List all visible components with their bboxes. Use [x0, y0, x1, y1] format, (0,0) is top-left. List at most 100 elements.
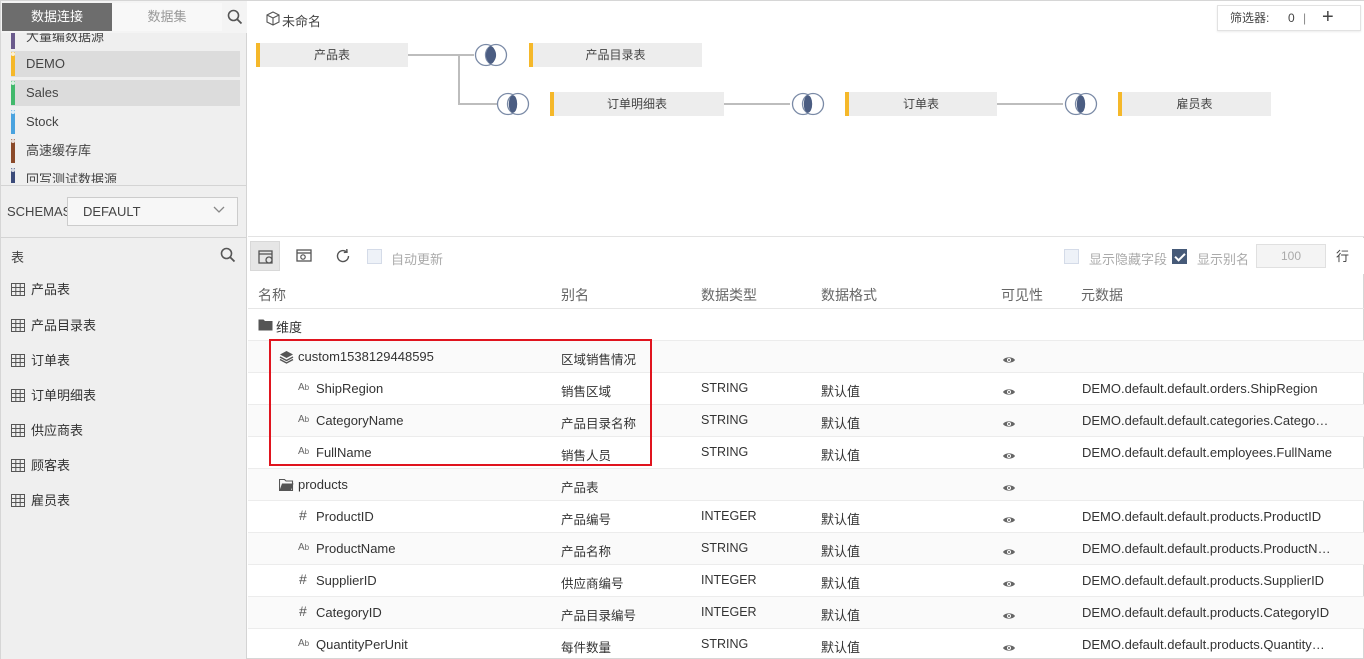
tab-dataset[interactable]: 数据集	[112, 3, 222, 31]
link-line	[724, 103, 790, 105]
grid-header: 名称 别名 数据类型 数据格式 可见性 元数据	[248, 275, 1364, 309]
field-type: STRING	[701, 541, 749, 555]
row-label: 行	[1336, 249, 1350, 264]
eye-icon[interactable]	[1002, 481, 1016, 491]
table-icon	[11, 389, 25, 402]
field-type: STRING	[701, 445, 749, 459]
connection-item[interactable]: 回写测试数据源	[11, 167, 240, 183]
table-node[interactable]: 订单表	[845, 92, 997, 116]
table-node[interactable]: 产品表	[256, 43, 408, 67]
column-header-alias[interactable]: 别名	[561, 285, 589, 305]
connection-item[interactable]: DEMO	[11, 51, 240, 77]
eye-icon[interactable]	[1002, 577, 1016, 587]
column-header-name[interactable]: 名称	[258, 285, 286, 305]
table-row[interactable]: Ab ProductName 产品名称 STRING 默认值 DEMO.default.d…	[248, 533, 1364, 565]
show-hidden-checkbox[interactable]	[1064, 249, 1079, 264]
eye-icon[interactable]	[1002, 385, 1016, 395]
eye-icon[interactable]	[1002, 417, 1016, 427]
join-icon[interactable]	[472, 43, 510, 67]
field-format: 默认值	[821, 576, 861, 591]
table-item[interactable]: 雇员表	[11, 491, 70, 511]
table-row[interactable]: products 产品表	[248, 469, 1364, 501]
connection-item[interactable]: 大量编数据源	[11, 33, 240, 50]
field-format: 默认值	[821, 384, 861, 399]
eye-icon[interactable]	[1002, 545, 1016, 555]
table-item-label: 供应商表	[31, 423, 84, 438]
chevron-down-icon	[213, 206, 225, 213]
column-header-visibility[interactable]: 可见性	[1001, 285, 1043, 305]
table-item[interactable]: 产品目录表	[11, 316, 96, 336]
preview-button[interactable]	[289, 241, 319, 271]
refresh-button[interactable]	[328, 241, 358, 271]
schemas-select[interactable]: DEFAULT	[67, 197, 238, 226]
folder-open-icon	[279, 478, 294, 491]
table-node[interactable]: 产品目录表	[529, 43, 702, 67]
connection-item[interactable]: Stock	[11, 109, 240, 135]
table-row[interactable]: # SupplierID 供应商编号 INTEGER 默认值 DEMO.default.d…	[248, 565, 1364, 597]
join-icon[interactable]	[1062, 92, 1100, 116]
eye-icon[interactable]	[1002, 609, 1016, 619]
tab-data-connection[interactable]: 数据连接	[2, 3, 112, 31]
table-item[interactable]: 产品表	[11, 280, 70, 300]
table-item[interactable]: 订单表	[11, 351, 70, 371]
connection-label: 大量编数据源	[26, 33, 105, 44]
connection-item[interactable]: Sales	[11, 80, 240, 106]
eye-icon[interactable]	[1002, 353, 1016, 363]
table-row[interactable]: Ab FullName 销售人员 STRING 默认值 DEMO.default.defa…	[248, 437, 1364, 469]
search-icon[interactable]	[220, 247, 236, 263]
node-label: 雇员表	[1176, 97, 1213, 111]
field-format: 默认值	[821, 512, 861, 527]
field-alias: 产品表	[561, 481, 599, 495]
auto-update-checkbox[interactable]	[367, 249, 382, 264]
number-type-icon: #	[299, 571, 307, 587]
connection-color-bar	[11, 81, 15, 105]
table-row[interactable]: Ab ShipRegion 销售区域 STRING 默认值 DEMO.default.de…	[248, 373, 1364, 405]
field-settings-button[interactable]	[250, 241, 280, 271]
show-alias-checkbox[interactable]	[1172, 249, 1187, 264]
schemas-label: SCHEMAS	[7, 204, 72, 219]
table-row[interactable]: Ab CategoryName 产品目录名称 STRING 默认值 DEMO.defaul…	[248, 405, 1364, 437]
link-line	[458, 103, 498, 105]
add-filter-button[interactable]: +	[1322, 6, 1334, 28]
search-icon[interactable]	[227, 9, 243, 25]
field-alias: 销售人员	[561, 449, 612, 463]
eye-icon[interactable]	[1002, 449, 1016, 459]
column-header-format[interactable]: 数据格式	[821, 285, 877, 305]
table-icon	[11, 283, 25, 296]
table-item[interactable]: 供应商表	[11, 421, 83, 441]
schemas-value: DEFAULT	[83, 204, 141, 219]
number-type-icon: #	[299, 603, 307, 619]
connection-item[interactable]: 高速缓存库	[11, 138, 240, 164]
field-name: FullName	[316, 445, 372, 460]
table-item[interactable]: 订单明细表	[11, 386, 96, 406]
field-name: custom1538129448595	[298, 349, 434, 364]
column-header-metadata[interactable]: 元数据	[1081, 285, 1123, 305]
field-name: 维度	[276, 320, 303, 335]
join-icon[interactable]	[789, 92, 827, 116]
field-metadata: DEMO.default.default.products.ProductNam…	[1082, 541, 1332, 556]
number-type-icon: #	[299, 507, 307, 523]
eye-icon[interactable]	[1002, 513, 1016, 523]
app-window: 数据连接 数据集 大量编数据源 DEMO Sales Stock 高速缓存库 回…	[0, 0, 1364, 659]
row-count-input[interactable]: 100	[1256, 244, 1326, 268]
table-item[interactable]: 顾客表	[11, 456, 70, 476]
table-row[interactable]: custom1538129448595 区域销售情况	[248, 341, 1364, 373]
table-row[interactable]: Ab QuantityPerUnit 每件数量 STRING 默认值 DEMO.defau…	[248, 629, 1364, 659]
preview-icon	[296, 249, 312, 262]
text-type-icon: Ab	[298, 414, 310, 425]
layers-icon	[279, 351, 294, 364]
table-row[interactable]: # CategoryID 产品目录编号 INTEGER 默认值 DEMO.default.…	[248, 597, 1364, 629]
table-row[interactable]: 维度	[248, 309, 1364, 341]
connection-color-bar	[11, 33, 15, 49]
table-node[interactable]: 订单明细表	[550, 92, 724, 116]
table-icon	[11, 459, 25, 472]
join-diagram: 未命名 筛选器: 0 | + 产品表 产品目录表 订单明细表 订单表 雇员表	[248, 1, 1364, 237]
table-row[interactable]: # ProductID 产品编号 INTEGER 默认值 DEMO.default.def…	[248, 501, 1364, 533]
field-grid: 名称 别名 数据类型 数据格式 可见性 元数据 维度 custom15381294…	[248, 275, 1364, 659]
table-icon	[11, 319, 25, 332]
join-icon[interactable]	[494, 92, 532, 116]
column-header-type[interactable]: 数据类型	[701, 285, 757, 305]
table-item-label: 订单表	[31, 353, 71, 368]
eye-icon[interactable]	[1002, 641, 1016, 651]
table-node[interactable]: 雇员表	[1118, 92, 1271, 116]
